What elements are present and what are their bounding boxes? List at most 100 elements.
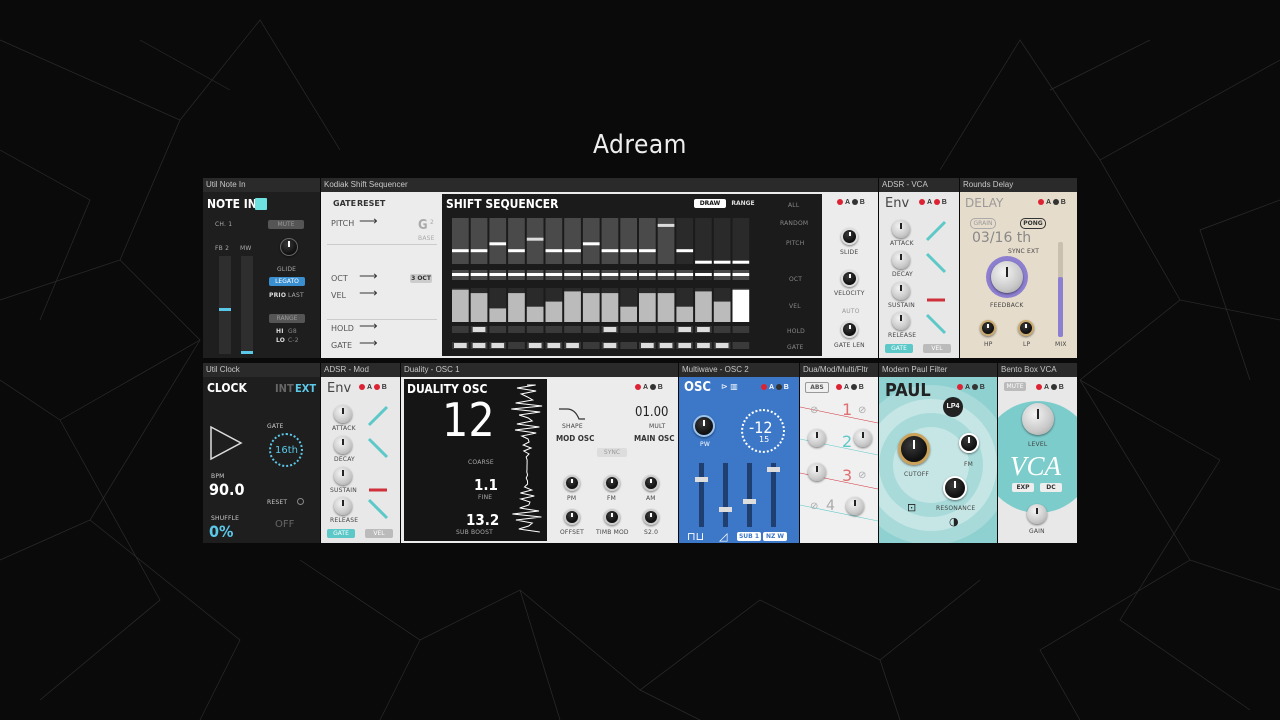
gate-button[interactable]: GATE (327, 529, 355, 538)
int-button[interactable]: INT (275, 382, 294, 395)
pitch-step[interactable] (732, 218, 750, 264)
pitch-step-marker[interactable] (601, 249, 619, 253)
mix-fader-2[interactable] (719, 463, 732, 527)
pitch-step-marker[interactable] (620, 249, 637, 253)
gate-step-on[interactable] (491, 343, 505, 348)
filter-mode-button[interactable]: LP4 (943, 397, 963, 417)
waveform-mode-icon[interactable]: ⊳ ▥ (721, 382, 738, 391)
ab-selector[interactable]: A B (1036, 384, 1064, 391)
gate-step[interactable] (582, 342, 600, 349)
ab-selector[interactable]: A B (836, 384, 864, 391)
oct-step-marker[interactable] (713, 273, 731, 276)
fm-knob[interactable] (604, 475, 620, 491)
pitch-step-marker[interactable] (676, 249, 694, 253)
offset-knob[interactable] (564, 509, 580, 525)
pitch-step[interactable] (470, 218, 488, 264)
mult-value[interactable]: 01.00 (635, 405, 668, 420)
vel-step[interactable] (620, 306, 637, 322)
sustain-knob[interactable] (892, 282, 910, 300)
oct-step-marker[interactable] (732, 273, 750, 276)
dc-button[interactable]: DC (1040, 483, 1062, 492)
vel-step[interactable] (695, 291, 712, 322)
vel-step[interactable] (582, 293, 600, 322)
vel-step[interactable] (639, 293, 656, 322)
pitch-step[interactable] (695, 218, 712, 264)
pitch-step-marker[interactable] (564, 249, 581, 253)
oct-step-marker[interactable] (601, 273, 619, 276)
slide-knob[interactable] (841, 228, 858, 245)
pong-button[interactable]: PONG (1020, 218, 1046, 229)
gate-step-on[interactable] (454, 343, 467, 348)
side-gate[interactable]: GATE (787, 344, 804, 351)
oct-step-marker[interactable] (620, 273, 637, 276)
side-vel[interactable]: VEL (789, 303, 801, 310)
hold-step[interactable] (452, 326, 469, 333)
bpm-value[interactable]: 90.0 (209, 480, 245, 499)
exp-button[interactable]: EXP (1012, 483, 1034, 492)
vel-step[interactable] (508, 293, 525, 322)
mix-fader-3[interactable] (743, 463, 756, 527)
slot-4-disable-icon[interactable]: ⊘ (810, 501, 818, 512)
vel-step[interactable] (713, 301, 731, 322)
gain-knob[interactable] (1027, 504, 1047, 524)
base-note[interactable]: G (418, 218, 428, 233)
auto-label[interactable]: AUTO (842, 308, 860, 315)
pitch-step-marker[interactable] (582, 242, 600, 246)
abs-button[interactable]: ABS (805, 382, 829, 393)
fine-value[interactable]: 1.1 (474, 476, 498, 494)
ab-selector[interactable]: A B (635, 384, 663, 391)
vel-step[interactable] (732, 289, 750, 322)
side-pitch[interactable]: PITCH (786, 240, 804, 247)
slot-1-disable-icon[interactable]: ⊘ (810, 405, 818, 416)
timb-mod-knob[interactable] (604, 509, 620, 525)
coarse-value[interactable]: 12 (442, 393, 495, 447)
attack-knob[interactable] (334, 405, 352, 423)
gate-step[interactable] (508, 342, 525, 349)
shuffle-value[interactable]: 0% (209, 522, 233, 541)
pitch-step[interactable] (526, 218, 544, 264)
pitch-step-marker[interactable] (489, 242, 507, 246)
pm-knob[interactable] (564, 475, 580, 491)
vel-step[interactable] (657, 293, 675, 322)
attack-knob[interactable] (892, 220, 910, 238)
hold-step[interactable] (620, 326, 637, 333)
hold-step[interactable] (732, 326, 750, 333)
hold-step-on[interactable] (697, 327, 710, 332)
mute-button[interactable]: MUTE (1004, 382, 1026, 391)
hold-step[interactable] (508, 326, 525, 333)
sync-button[interactable]: SYNC (597, 448, 627, 457)
slot-3-disable-icon[interactable]: ⊘ (858, 470, 866, 481)
hold-step[interactable] (545, 326, 563, 333)
pitch-step[interactable] (582, 218, 600, 264)
ab-selector[interactable]: A B (1038, 199, 1066, 206)
pitch-step[interactable] (508, 218, 525, 264)
gate-step-on[interactable] (678, 343, 692, 348)
lo-value[interactable]: C-2 (288, 337, 299, 344)
side-all[interactable]: ALL (788, 202, 799, 209)
gate-step-on[interactable] (528, 343, 542, 348)
hold-step-on[interactable] (678, 327, 692, 332)
pitch-step-marker[interactable] (452, 249, 469, 253)
mix-slider[interactable] (1058, 242, 1063, 337)
pitch-step[interactable] (676, 218, 694, 264)
oct-step-marker[interactable] (526, 273, 544, 276)
side-oct[interactable]: OCT (789, 276, 802, 283)
side-hold[interactable]: HOLD (787, 328, 805, 335)
mod-source-icon[interactable]: ⊡ (907, 501, 916, 514)
oct-step-marker[interactable] (489, 273, 507, 276)
vel-step[interactable] (564, 291, 581, 322)
oct-step-marker[interactable] (452, 273, 469, 276)
mute-button[interactable]: MUTE (268, 220, 304, 229)
pitch-step-marker[interactable] (470, 249, 488, 253)
pitch-step[interactable] (452, 218, 469, 264)
ab-selector[interactable]: A B (761, 384, 789, 391)
pitch-step-marker[interactable] (657, 223, 675, 227)
pitch-step-marker[interactable] (713, 260, 731, 264)
ab-selector[interactable]: A B (359, 384, 387, 391)
oct-step-marker[interactable] (695, 273, 712, 276)
pitch-step[interactable] (545, 218, 563, 264)
slot-2-knob[interactable] (808, 429, 826, 447)
release-knob[interactable] (334, 497, 352, 515)
hold-step[interactable] (489, 326, 507, 333)
hold-step[interactable] (713, 326, 731, 333)
